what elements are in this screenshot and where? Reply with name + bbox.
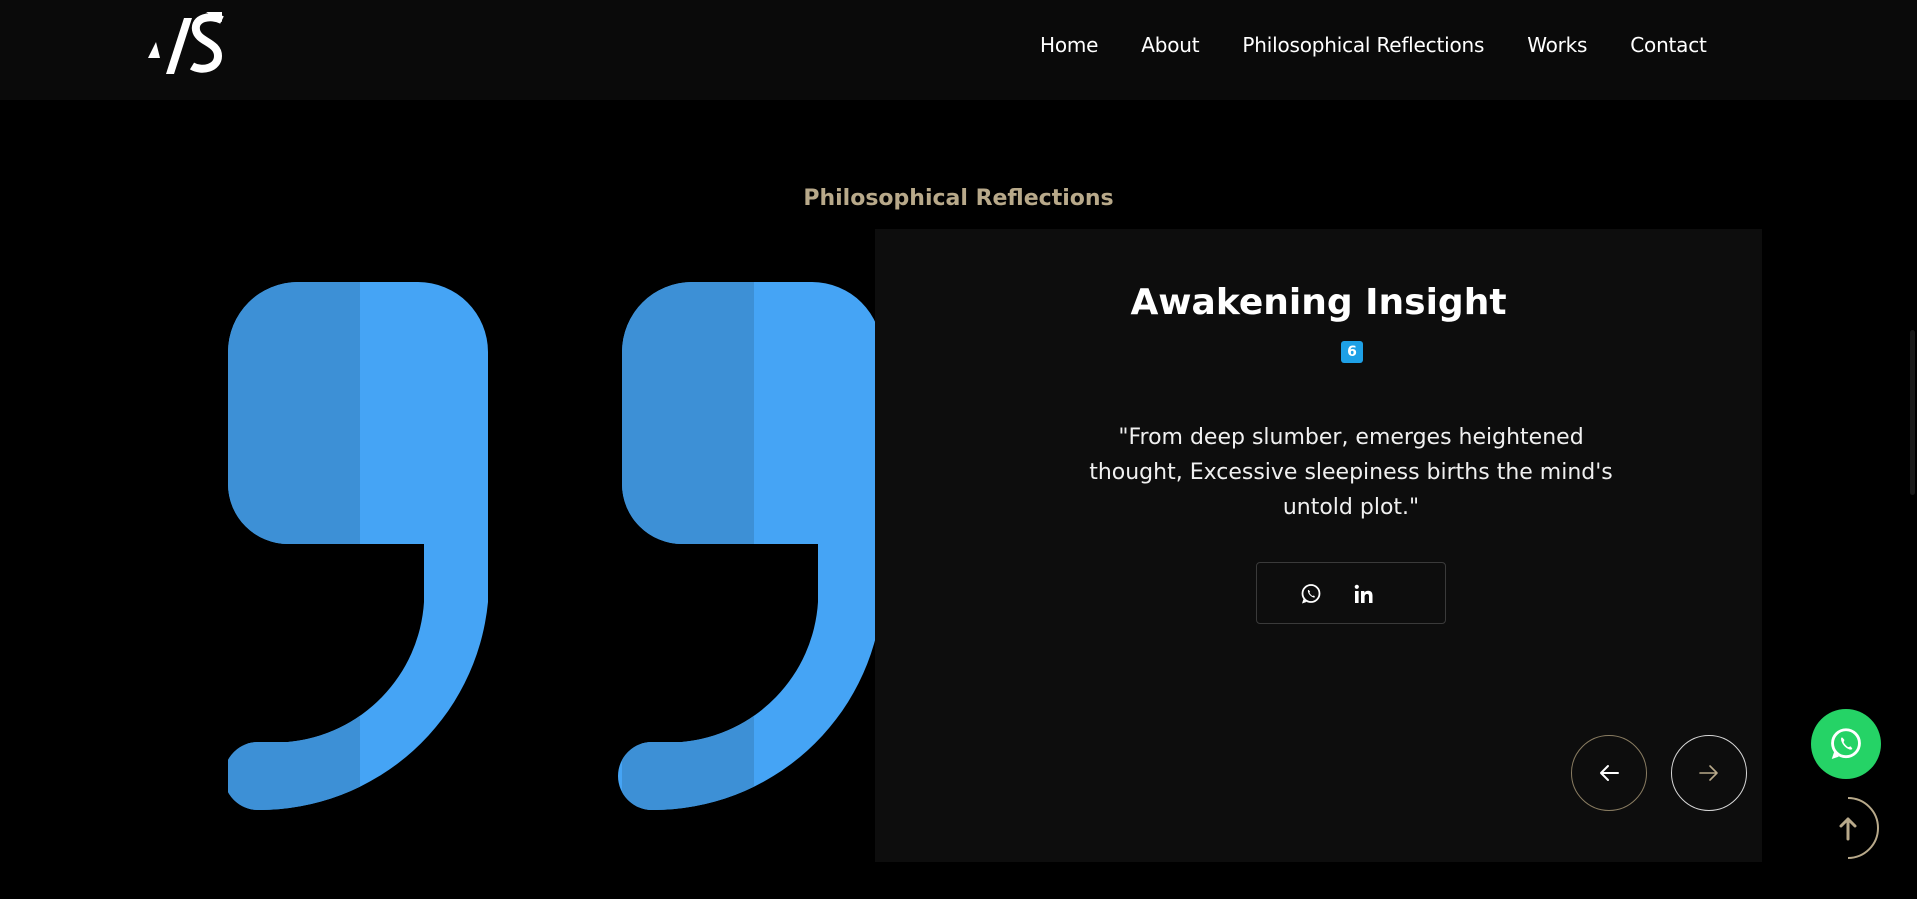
site-logo[interactable] (148, 12, 226, 80)
navbar: Home About Philosophical Reflections Wor… (0, 0, 1917, 100)
nav-link-contact[interactable]: Contact (1630, 33, 1707, 57)
reflection-number-badge: 6 (1341, 341, 1363, 363)
whatsapp-icon (1831, 728, 1861, 760)
arrow-up-icon (1839, 817, 1857, 841)
floating-whatsapp-button[interactable] (1811, 709, 1881, 779)
quote-marks-icon (228, 282, 882, 810)
arrow-left-icon (1600, 765, 1619, 781)
reflection-title: Awakening Insight (1130, 282, 1507, 323)
nav-link-home[interactable]: Home (1040, 33, 1098, 57)
carousel-prev-button[interactable] (1571, 735, 1647, 811)
linkedin-icon[interactable] (1352, 582, 1376, 606)
reflection-card: Awakening Insight 6 "From deep slumber, … (875, 229, 1762, 862)
nav-link-works[interactable]: Works (1527, 33, 1587, 57)
share-links (1256, 562, 1446, 624)
main-nav: Home About Philosophical Reflections Wor… (1040, 33, 1707, 57)
nav-link-about[interactable]: About (1141, 33, 1199, 57)
nav-link-philosophical-reflections[interactable]: Philosophical Reflections (1242, 33, 1484, 57)
scrollbar-thumb[interactable] (1910, 330, 1915, 495)
arrow-right-icon (1699, 765, 1718, 781)
whatsapp-icon[interactable] (1299, 582, 1323, 606)
scroll-to-top-button[interactable] (1815, 795, 1881, 861)
section-heading: Philosophical Reflections (803, 186, 1114, 211)
reflection-quote: "From deep slumber, emerges heightened t… (1089, 425, 1613, 520)
carousel-next-button[interactable] (1671, 735, 1747, 811)
